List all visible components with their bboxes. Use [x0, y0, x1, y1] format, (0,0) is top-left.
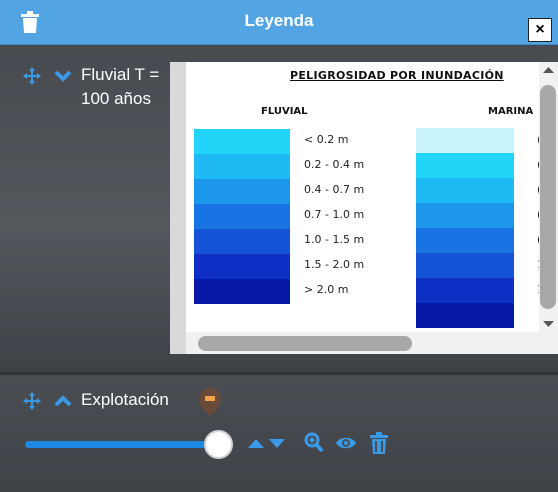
marina-swatch — [416, 153, 514, 178]
fluvial-class-label: 1.5 - 2.0 m — [304, 258, 365, 271]
opacity-slider-track[interactable] — [25, 441, 221, 448]
trash-icon[interactable] — [370, 432, 388, 454]
arrow-down-icon[interactable] — [269, 437, 285, 449]
fluvial-heading: FLUVIAL — [261, 106, 308, 117]
marina-swatch — [416, 303, 514, 328]
fluvial-class-label: 0.2 - 0.4 m — [304, 158, 365, 171]
arrow-up-icon[interactable] — [248, 437, 264, 449]
fluvial-class-label: 0.4 - 0.7 m — [304, 183, 365, 196]
legend-header: Leyenda × — [0, 0, 558, 45]
fluvial-swatch — [194, 154, 290, 179]
marina-swatch — [416, 228, 514, 253]
marina-swatch — [416, 178, 514, 203]
marina-swatch — [416, 278, 514, 303]
fluvial-swatch — [194, 179, 290, 204]
move-icon[interactable] — [23, 392, 41, 410]
fluvial-class-label: > 2.0 m — [304, 283, 349, 296]
fluvial-swatch — [194, 129, 290, 154]
legend-image: PELIGROSIDAD POR INUNDACIÓN FLUVIAL MARI… — [186, 62, 539, 332]
marina-heading: MARINA — [488, 106, 534, 117]
chevron-up-icon[interactable] — [54, 394, 72, 408]
fluvial-swatch — [194, 254, 290, 279]
opacity-slider-handle[interactable] — [204, 430, 233, 459]
fluvial-class-label: < 0.2 m — [304, 133, 349, 146]
fluvial-class-label: 0.7 - 1.0 m — [304, 208, 365, 221]
fluvial-swatch — [194, 279, 290, 304]
fluvial-swatch — [194, 204, 290, 229]
horizontal-scroll-thumb[interactable] — [198, 336, 412, 351]
layer-label-explotacion: Explotación — [81, 390, 169, 409]
legend-image-title: PELIGROSIDAD POR INUNDACIÓN — [290, 69, 504, 82]
map-marker-icon — [199, 388, 221, 416]
close-button[interactable]: × — [528, 18, 552, 42]
marina-swatch — [416, 203, 514, 228]
layer-label-fluvial: Fluvial T = 100 años — [81, 63, 159, 111]
move-icon[interactable] — [23, 67, 41, 85]
layer-label-line: 100 años — [81, 89, 151, 108]
eye-icon[interactable] — [335, 435, 357, 451]
marina-swatch — [416, 253, 514, 278]
legend-title: Leyenda — [244, 11, 314, 30]
scroll-down-icon[interactable] — [543, 320, 554, 328]
chevron-down-icon[interactable] — [54, 70, 72, 84]
layer-label-line: Fluvial T = — [81, 65, 160, 84]
fluvial-class-label: 1.0 - 1.5 m — [304, 233, 365, 246]
close-icon[interactable]: × — [535, 21, 544, 38]
zoom-icon[interactable] — [304, 432, 324, 454]
vertical-scroll-thumb[interactable] — [540, 85, 556, 309]
scroll-up-icon[interactable] — [543, 66, 554, 74]
fluvial-swatch — [194, 229, 290, 254]
marina-swatch — [416, 128, 514, 153]
